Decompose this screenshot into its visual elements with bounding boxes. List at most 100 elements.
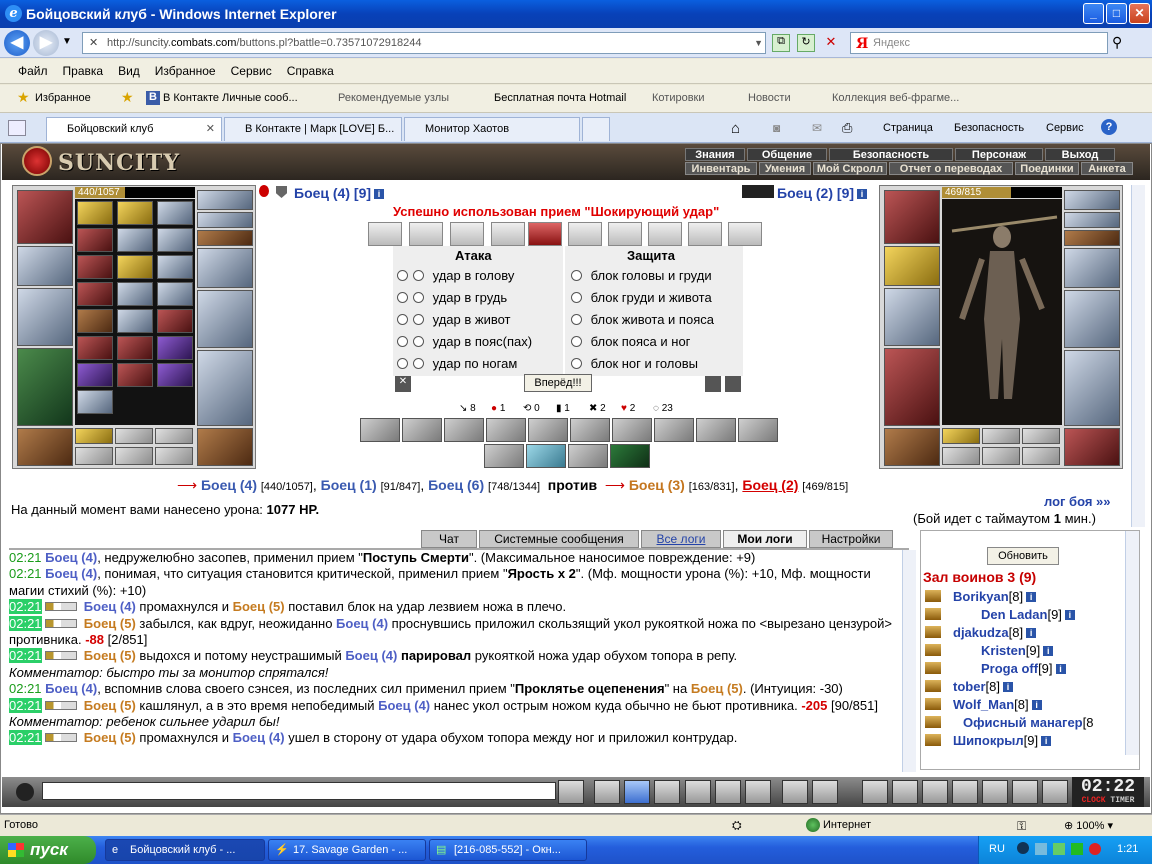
tab-fight-club[interactable]: Бойцовский клуб ✕ <box>46 117 222 141</box>
user-item[interactable]: Kristen[9] i <box>925 643 1054 658</box>
figure-icon[interactable] <box>685 780 711 804</box>
address-bar[interactable]: ✕ http://suncity.combats.com/buttons.pl?… <box>82 32 766 54</box>
scroll-slot[interactable] <box>157 363 193 387</box>
tab-settings[interactable]: Настройки <box>809 530 893 548</box>
boots-slot[interactable] <box>197 428 253 466</box>
tab-system-messages[interactable]: Системные сообщения <box>479 530 639 548</box>
scroll-slot[interactable] <box>157 282 193 306</box>
info-icon[interactable]: i <box>1055 664 1066 674</box>
nav-character[interactable]: Персонаж <box>955 148 1043 161</box>
swap-icon[interactable] <box>705 376 721 392</box>
skill-button[interactable] <box>696 418 736 442</box>
skill-button[interactable] <box>570 418 610 442</box>
pocket-slot[interactable] <box>115 447 153 465</box>
radio-icon[interactable] <box>571 358 582 369</box>
scroll-slot[interactable] <box>117 228 153 252</box>
skill-button[interactable] <box>738 418 778 442</box>
radio-icon[interactable] <box>571 314 582 325</box>
scroll-slot[interactable] <box>157 201 193 225</box>
radio-icon[interactable] <box>397 336 408 347</box>
pocket-slot[interactable] <box>75 428 113 444</box>
search-input[interactable]: Я Яндекс <box>850 32 1108 54</box>
fav-quotes[interactable]: Котировки <box>652 92 705 104</box>
nav-profile[interactable]: Анкета <box>1081 162 1133 175</box>
attack-head[interactable]: удар в голову <box>397 268 514 283</box>
new-tab-button[interactable] <box>582 117 610 141</box>
scroll-slot[interactable] <box>117 255 153 279</box>
users-scrollbar[interactable] <box>1125 531 1139 755</box>
team1-fighter[interactable]: Боец (4) <box>201 477 257 493</box>
scroll-slot[interactable] <box>117 363 153 387</box>
scroll-slot[interactable] <box>77 228 113 252</box>
info-icon[interactable]: i <box>1064 610 1075 620</box>
pocket-slot[interactable] <box>115 428 153 444</box>
history-dropdown-icon[interactable]: ▼ <box>62 36 72 47</box>
action-icon[interactable] <box>925 662 941 674</box>
search-icon[interactable]: ⚲ <box>1112 34 1122 51</box>
address-dropdown-icon[interactable]: ▼ <box>754 33 763 53</box>
weapon-slot[interactable] <box>884 288 940 346</box>
radio-icon[interactable] <box>413 314 424 325</box>
menu-tools[interactable]: Сервис <box>231 64 272 78</box>
tools-menu[interactable]: Сервис <box>1046 122 1084 134</box>
action-icon[interactable] <box>925 626 941 638</box>
fav-webslices[interactable]: Коллекция веб-фрагме... <box>832 92 959 104</box>
tray-app-icon[interactable] <box>1053 843 1065 855</box>
action-icon[interactable] <box>925 680 941 692</box>
skill-button[interactable] <box>654 418 694 442</box>
radio-icon[interactable] <box>571 336 582 347</box>
weapon-slot[interactable] <box>17 288 73 346</box>
earring-slot[interactable] <box>1064 190 1120 210</box>
info-icon[interactable]: i <box>1031 700 1042 710</box>
user-item[interactable]: Wolf_Man[8] i <box>925 697 1042 712</box>
block-belt-legs[interactable]: блок пояса и ног <box>571 334 690 349</box>
rings-slot[interactable] <box>1064 230 1120 246</box>
stop-icon[interactable]: ✕ <box>822 34 840 52</box>
attack-legs[interactable]: удар по ногам <box>397 356 517 371</box>
menu-view[interactable]: Вид <box>118 64 140 78</box>
legs-slot[interactable] <box>1064 350 1120 426</box>
scroll-slot[interactable] <box>117 282 153 306</box>
belt-slot[interactable] <box>884 428 940 466</box>
refresh-button[interactable]: Обновить <box>987 547 1059 565</box>
nav-skills[interactable]: Умения <box>759 162 811 175</box>
fav-suggested[interactable]: Рекомендуемые узлы <box>338 92 449 104</box>
sound-icon[interactable] <box>745 780 771 804</box>
radio-icon[interactable] <box>397 358 408 369</box>
task-savage-garden[interactable]: ⚡ 17. Savage Garden - ... <box>268 839 426 861</box>
maximize-button[interactable]: □ <box>1106 3 1127 24</box>
flag-icon[interactable] <box>1012 780 1038 804</box>
window-title-bar[interactable]: e Бойцовский клуб - Windows Internet Exp… <box>0 0 1152 28</box>
trick-slot[interactable] <box>409 222 443 246</box>
forward-button[interactable]: ▶ <box>33 30 59 56</box>
scroll-slot[interactable] <box>117 336 153 360</box>
protected-mode-icon[interactable]: ⚿ <box>1017 819 1026 834</box>
block-chest-belly[interactable]: блок груди и живота <box>571 290 712 305</box>
pocket-slot[interactable] <box>155 428 193 444</box>
info-icon[interactable]: i <box>1041 736 1052 746</box>
info-icon[interactable]: i <box>857 189 868 199</box>
block-belly-belt[interactable]: блок живота и пояса <box>571 312 714 327</box>
attack-groin[interactable]: удар в пояс(пах) <box>397 334 532 349</box>
skill-button[interactable] <box>360 418 400 442</box>
team1-fighter[interactable]: Боец (1) <box>321 477 377 493</box>
nav-scroll[interactable]: Мой Скролл <box>813 162 887 175</box>
tray-arrow-icon[interactable] <box>1017 842 1029 854</box>
zoom-level[interactable]: ⊕ 100% ▾ <box>1064 819 1113 832</box>
tab-vkontakte[interactable]: В Контакте | Марк [LOVE] Б... <box>224 117 402 141</box>
action-icon[interactable] <box>925 716 941 728</box>
radio-icon[interactable] <box>397 314 408 325</box>
nav-inventory[interactable]: Инвентарь <box>685 162 757 175</box>
user-item[interactable]: Шипокрыл[9] i <box>925 733 1052 748</box>
skill-button[interactable] <box>486 418 526 442</box>
action-icon[interactable] <box>925 734 941 746</box>
user-item[interactable]: djakudza[8] i <box>925 625 1037 640</box>
rings-slot[interactable] <box>197 230 253 246</box>
menu-favorites[interactable]: Избранное <box>155 64 216 78</box>
antivirus-icon[interactable] <box>1089 843 1101 855</box>
skill-button[interactable] <box>444 418 484 442</box>
back-button[interactable]: ◀ <box>4 30 30 56</box>
left-fighter-name[interactable]: Боец (4) [9] i <box>294 185 385 201</box>
chat-input[interactable] <box>42 782 556 800</box>
fav-hotmail[interactable]: Бесплатная почта Hotmail <box>494 92 626 104</box>
